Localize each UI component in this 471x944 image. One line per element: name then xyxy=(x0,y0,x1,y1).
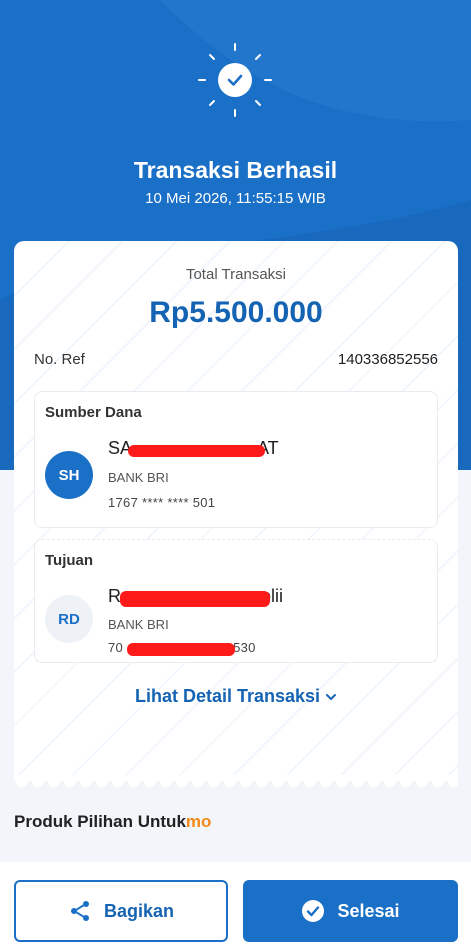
reference-number: 140336852556 xyxy=(337,351,438,368)
total-label: Total Transaksi xyxy=(185,266,287,283)
share-icon xyxy=(70,901,89,921)
brand-logo: mo xyxy=(185,812,212,831)
done-button-label: Selesai xyxy=(337,900,400,921)
done-button[interactable]: Selesai xyxy=(243,880,458,942)
destination-heading: Tujuan xyxy=(45,552,94,569)
destination-account-start: 70 xyxy=(108,640,124,655)
receipt-scalloped-edge xyxy=(14,775,458,787)
check-circle-icon xyxy=(302,900,325,922)
source-account-number: 1767 **** **** 501 xyxy=(108,495,216,510)
redaction-mark xyxy=(128,445,265,457)
destination-bank: BANK BRI xyxy=(108,617,169,632)
recommended-products-title: Produk Pilihan Untukmo xyxy=(14,812,211,832)
share-button-label: Bagikan xyxy=(103,900,175,921)
destination-card: Tujuan RD Rolii BANK BRI 70 530 xyxy=(34,539,438,663)
redaction-mark xyxy=(127,643,235,656)
source-heading: Sumber Dana xyxy=(45,404,142,421)
reference-label: No. Ref xyxy=(34,351,85,368)
source-bank: BANK BRI xyxy=(108,470,169,485)
chevron-down-icon xyxy=(326,694,337,701)
source-of-funds-card: Sumber Dana SH SA AT BANK BRI 1767 **** *… xyxy=(34,391,438,528)
receipt-card: Total Transaksi Rp5.500.000 No. Ref 1403… xyxy=(14,241,458,781)
transaction-timestamp: 10 Mei 2026, 11:55:15 WIB xyxy=(145,190,326,207)
destination-account-end: 530 xyxy=(233,640,256,655)
avatar: SH xyxy=(45,451,93,499)
share-button[interactable]: Bagikan xyxy=(14,880,228,942)
redaction-mark xyxy=(120,591,270,607)
avatar: RD xyxy=(45,595,93,643)
view-transaction-detail-link[interactable]: Lihat Detail Transaksi xyxy=(14,686,458,707)
check-circle-icon xyxy=(218,63,252,97)
total-amount: Rp5.500.000 xyxy=(149,296,323,329)
product-label: Produk Pilihan Untuk xyxy=(14,812,186,831)
page-title: Transaksi Berhasil xyxy=(133,157,338,183)
detail-link-label: Lihat Detail Transaksi xyxy=(134,686,321,706)
